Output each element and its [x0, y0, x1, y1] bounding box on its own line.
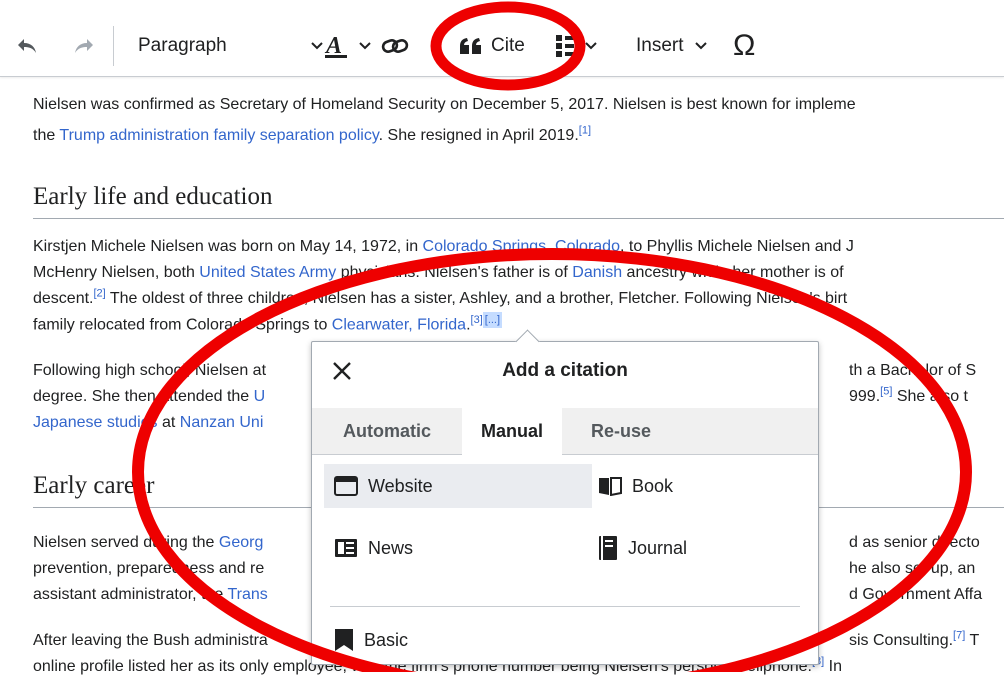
education-line-2-right: 999.[5] She also t — [849, 385, 968, 405]
career-line-1: Nielsen served during the Georg — [33, 534, 264, 551]
insert-dropdown[interactable]: Insert — [636, 28, 708, 64]
omega-icon: Ω — [733, 29, 756, 62]
education-line-3: Japanese studies at Nanzan Uni — [33, 414, 264, 431]
text-style-button[interactable]: A — [324, 28, 372, 64]
career-line-1-right: d as senior directo — [849, 534, 980, 551]
link-us-army[interactable]: United States Army — [199, 264, 336, 281]
quote-icon — [460, 38, 481, 54]
early-life-line-4: family relocated from Colorado Springs t… — [33, 312, 503, 334]
career-line-3: assistant administrator, the Trans — [33, 586, 268, 603]
link-button[interactable] — [381, 28, 409, 64]
reference-2[interactable]: [2] — [93, 288, 105, 300]
journal-icon — [599, 536, 617, 560]
paragraph-label: Paragraph — [138, 35, 227, 56]
cite-button[interactable]: Cite — [459, 28, 525, 64]
reference-3[interactable]: [3] — [471, 314, 483, 326]
career-line-2: prevention, preparedness and re — [33, 560, 265, 577]
tab-re-use[interactable]: Re-use — [562, 408, 680, 454]
browser-window-icon — [334, 476, 358, 496]
link-university[interactable]: U — [254, 388, 266, 405]
reference-7[interactable]: [7] — [953, 630, 965, 642]
career-line-3-right: d Government Affa — [849, 586, 983, 603]
bookmark-icon — [335, 629, 353, 651]
chevron-down-icon — [359, 42, 371, 50]
reference-1[interactable]: [1] — [579, 125, 591, 137]
career-line-2-right: he also set up, an — [849, 560, 976, 577]
career-line-4-right: sis Consulting.[7] T — [849, 629, 980, 649]
paragraph-format-dropdown[interactable]: Paragraph — [138, 28, 323, 64]
chevron-down-icon — [694, 42, 707, 50]
citation-tabs: Automatic Manual Re-use — [312, 408, 818, 455]
education-line-2: degree. She then attended the U — [33, 388, 266, 405]
chevron-down-icon — [585, 42, 597, 50]
options-divider — [330, 606, 800, 607]
journal-option[interactable]: Journal — [598, 526, 808, 570]
basic-option[interactable]: Basic — [334, 618, 582, 662]
news-option[interactable]: News — [334, 526, 582, 570]
early-life-line-2: McHenry Nielsen, both United States Army… — [33, 264, 844, 281]
redo-icon — [75, 39, 93, 53]
clipped-text-line — [33, 66, 1004, 80]
redo-button[interactable] — [73, 28, 95, 64]
early-life-line-3: descent.[2] The oldest of three children… — [33, 287, 848, 307]
tab-manual[interactable]: Manual — [462, 408, 562, 455]
website-option[interactable]: Website — [324, 464, 592, 508]
bullet-list-icon — [556, 35, 574, 57]
newspaper-icon — [335, 539, 357, 557]
book-option[interactable]: Book — [598, 464, 808, 508]
book-icon — [599, 477, 622, 496]
special-character-button[interactable]: Ω — [733, 28, 755, 64]
link-family-separation-policy[interactable]: Trump administration family separation p… — [59, 127, 378, 144]
insert-label: Insert — [636, 35, 684, 56]
undo-icon — [18, 39, 36, 53]
undo-button[interactable] — [16, 28, 38, 64]
dialog-header: Add a citation — [312, 342, 818, 400]
career-line-4: After leaving the Bush administra — [33, 632, 268, 649]
link-tsa[interactable]: Trans — [227, 586, 267, 603]
education-line-1: Following high school, Nielsen at — [33, 362, 267, 379]
intro-line-2: the Trump administration family separati… — [33, 124, 592, 144]
text-style-icon: A — [324, 33, 347, 59]
toolbar-separator — [113, 26, 114, 66]
link-japanese-studies[interactable]: Japanese studies — [33, 414, 158, 431]
education-line-1-right: th a Bachelor of S — [849, 362, 977, 379]
link-nanzan-university[interactable]: Nanzan Uni — [180, 414, 264, 431]
link-danish[interactable]: Danish — [572, 264, 622, 281]
structure-dropdown[interactable] — [556, 28, 598, 64]
link-colorado-springs[interactable]: Colorado Springs, Colorado — [423, 238, 620, 255]
section-heading-early-life: Early life and education — [33, 182, 1004, 219]
add-citation-dialog: Add a citation Automatic Manual Re-use W… — [311, 341, 819, 665]
early-life-line-1: Kirstjen Michele Nielsen was born on May… — [33, 238, 854, 255]
link-clearwater-florida[interactable]: Clearwater, Florida — [332, 316, 466, 333]
dialog-title: Add a citation — [502, 360, 628, 381]
cite-label: Cite — [491, 35, 525, 56]
intro-line-1: Nielsen was confirmed as Secretary of Ho… — [33, 96, 856, 113]
link-george-w-bush[interactable]: Georg — [219, 534, 263, 551]
tab-automatic[interactable]: Automatic — [312, 408, 462, 454]
chevron-down-icon — [311, 42, 323, 50]
link-icon — [381, 39, 409, 53]
citation-placeholder[interactable]: [...] — [482, 312, 503, 328]
reference-5[interactable]: [5] — [880, 386, 892, 398]
